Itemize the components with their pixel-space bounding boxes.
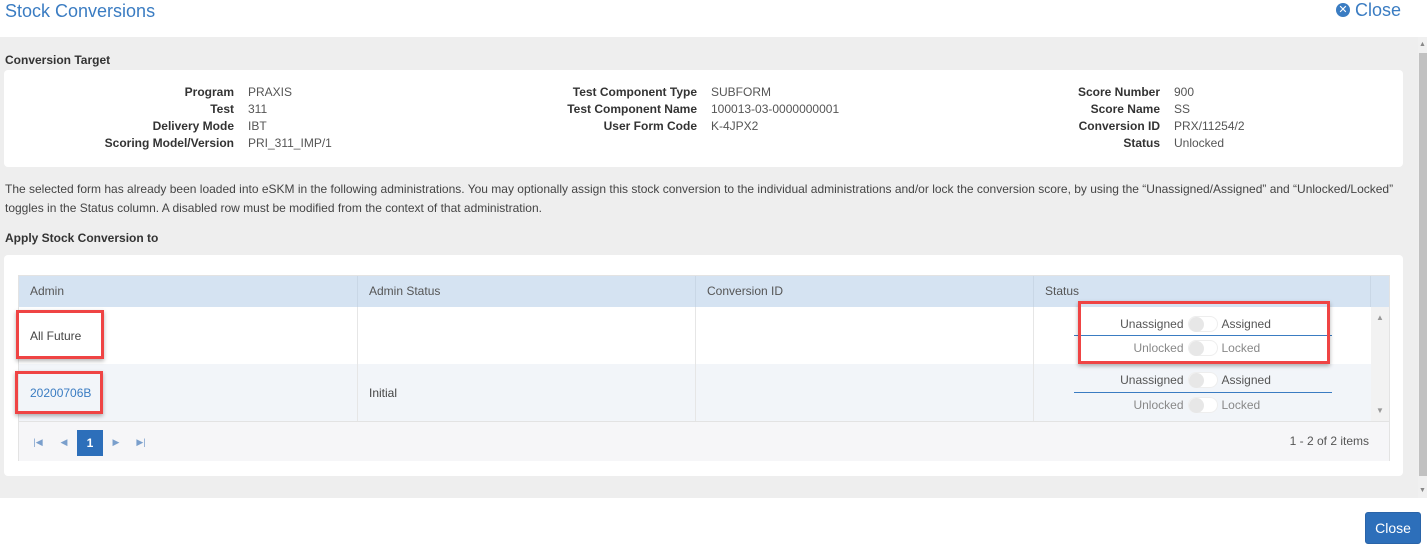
dialog-scrollbar[interactable]: ▲ ▼ <box>1418 37 1427 498</box>
scroll-down-icon[interactable]: ▼ <box>1418 486 1427 496</box>
field-conversion-id: Conversion ID PRX/11254/2 <box>1078 119 1245 133</box>
target-column-1: Program PRAXIS Test 311 Delivery Mode IBT S… <box>4 84 332 152</box>
header-scroll-spacer <box>1371 276 1389 307</box>
field-test-component-name: Test Component Name 100013-03-0000000001 <box>567 102 840 116</box>
toggle-knob <box>1188 341 1204 356</box>
cell-status: Unassigned Assigned Unlocked Locked <box>1034 364 1371 421</box>
field-test-component-type: Test Component Type SUBFORM <box>572 85 771 99</box>
next-page-icon[interactable]: ▶ <box>105 432 127 452</box>
prev-page-icon[interactable]: ◀ <box>53 432 75 452</box>
field-score-name: Score Name SS <box>1090 102 1191 116</box>
field-delivery-mode: Delivery Mode IBT <box>152 119 267 133</box>
assign-toggle-row: Unassigned Assigned <box>1120 316 1271 332</box>
current-page-button[interactable]: 1 <box>77 430 103 456</box>
close-link-label: Close <box>1354 0 1401 20</box>
field-status: Status Unlocked <box>1123 136 1225 150</box>
field-program: Program PRAXIS <box>184 85 293 99</box>
lock-toggle[interactable] <box>1187 397 1218 413</box>
scroll-down-icon[interactable]: ▼ <box>1371 406 1389 415</box>
table-row: 20200706B Initial Unassigned Assigned Un… <box>19 364 1371 421</box>
instructions-text: The selected form has already been loade… <box>5 182 1394 215</box>
toggle-divider <box>1074 335 1332 336</box>
dialog-title: Stock Conversions <box>5 1 156 21</box>
toggle-knob <box>1188 317 1204 332</box>
toggle-knob <box>1188 373 1204 388</box>
grid-pager: |◀ ◀ 1 ▶ ▶| 1 - 2 of 2 items <box>19 421 1389 461</box>
status-toggles: Unassigned Assigned Unlocked Locked <box>1034 307 1371 364</box>
cell-admin: All Future <box>19 307 358 364</box>
column-header-conversion-id[interactable]: Conversion ID <box>696 276 1034 307</box>
table-row: All Future Unassigned Assigned Unlocked <box>19 307 1371 364</box>
cell-admin-status <box>358 307 696 364</box>
field-test: Test 311 <box>210 102 268 116</box>
assign-toggle-row: Unassigned Assigned <box>1120 372 1271 388</box>
lock-toggle-row: Unlocked Locked <box>1133 340 1261 356</box>
cell-conversion-id <box>696 364 1034 421</box>
pager-info: 1 - 2 of 2 items <box>1289 434 1369 448</box>
close-button[interactable]: Close <box>1365 512 1421 544</box>
field-scoring-model: Scoring Model/Version PRI_311_IMP/1 <box>104 136 332 150</box>
target-column-3: Score Number 900 Score Name SS Conversion … <box>960 84 1245 152</box>
column-header-admin[interactable]: Admin <box>19 276 358 307</box>
lock-toggle[interactable] <box>1187 340 1218 356</box>
dialog-titlebar: Stock Conversions ✕ Close <box>0 0 1427 37</box>
column-header-status[interactable]: Status <box>1034 276 1371 307</box>
lock-toggle-row: Unlocked Locked <box>1133 397 1261 413</box>
assign-toggle[interactable] <box>1187 316 1218 332</box>
field-score-number: Score Number 900 <box>1077 85 1195 99</box>
field-user-form-code: User Form Code K-4JPX2 <box>603 119 759 133</box>
scrollbar-thumb[interactable] <box>1419 53 1427 476</box>
times-circle-icon: ✕ <box>1335 3 1350 17</box>
cell-admin: 20200706B <box>19 364 358 421</box>
cell-conversion-id <box>696 307 1034 364</box>
toggle-knob <box>1188 398 1204 413</box>
conversion-target-heading: Conversion Target <box>5 53 111 67</box>
assign-toggle[interactable] <box>1187 372 1218 388</box>
admin-grid-card: Admin Admin Status Conversion ID Status … <box>4 255 1403 476</box>
dialog-body: Conversion Target Program PRAXIS Test 311 … <box>0 37 1418 498</box>
apply-stock-conversion-heading: Apply Stock Conversion to <box>5 231 159 245</box>
toggle-divider <box>1074 392 1332 393</box>
status-toggles: Unassigned Assigned Unlocked Locked <box>1034 364 1371 421</box>
last-page-icon[interactable]: ▶| <box>130 432 152 452</box>
close-link[interactable]: ✕ Close <box>1335 0 1401 20</box>
scroll-up-icon[interactable]: ▲ <box>1418 40 1427 50</box>
grid-scrollbar[interactable]: ▲ ▼ <box>1371 307 1389 421</box>
target-column-2: Test Component Type SUBFORM Test Componen… <box>484 84 839 135</box>
column-header-admin-status[interactable]: Admin Status <box>358 276 696 307</box>
admin-link[interactable]: 20200706B <box>30 386 91 400</box>
conversion-target-card: Program PRAXIS Test 311 Delivery Mode IBT S… <box>4 70 1403 167</box>
cell-status: Unassigned Assigned Unlocked Locked <box>1034 307 1371 364</box>
scroll-up-icon[interactable]: ▲ <box>1371 313 1389 322</box>
cell-admin-status: Initial <box>358 364 696 421</box>
admin-grid: Admin Admin Status Conversion ID Status … <box>18 275 1390 461</box>
grid-header: Admin Admin Status Conversion ID Status <box>19 276 1389 307</box>
first-page-icon[interactable]: |◀ <box>27 432 49 452</box>
